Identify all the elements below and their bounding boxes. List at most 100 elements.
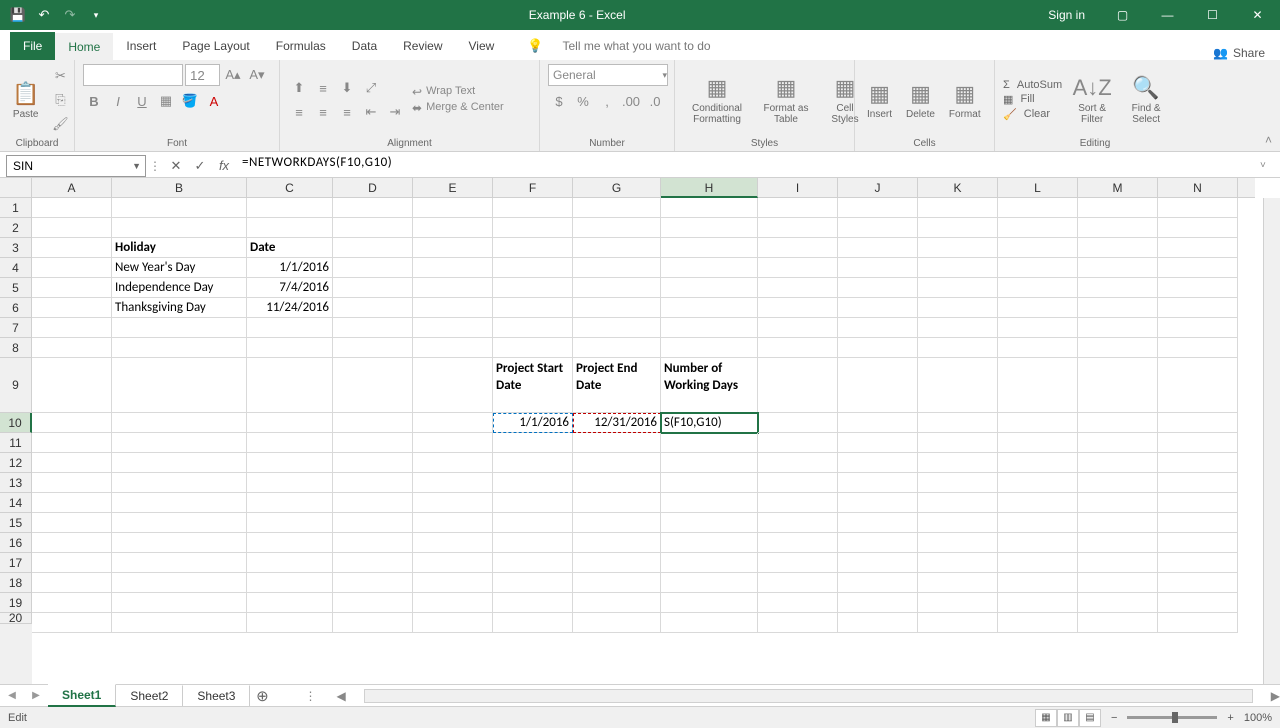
page-layout-view-icon[interactable]: ▥ [1057, 709, 1079, 727]
row-hdr-13[interactable]: 13 [0, 473, 32, 493]
sheet-nav-prev[interactable]: ◀ [0, 690, 24, 701]
col-hdr-N[interactable]: N [1158, 178, 1238, 198]
row-hdr-6[interactable]: 6 [0, 298, 32, 318]
col-hdr-A[interactable]: A [32, 178, 112, 198]
sheet-tab-1[interactable]: Sheet1 [48, 684, 116, 707]
col-hdr-E[interactable]: E [413, 178, 493, 198]
col-hdr-L[interactable]: L [998, 178, 1078, 198]
row-hdr-20[interactable]: 20 [0, 613, 32, 624]
find-select-button[interactable]: 🔍Find & Select [1122, 73, 1170, 127]
col-hdr-I[interactable]: I [758, 178, 838, 198]
italic-icon[interactable]: I [107, 90, 129, 112]
row-hdr-14[interactable]: 14 [0, 493, 32, 513]
page-break-view-icon[interactable]: ▤ [1079, 709, 1101, 727]
minimize-icon[interactable]: — [1145, 0, 1190, 30]
indent-decrease-icon[interactable]: ⇤ [360, 101, 382, 123]
col-hdr-M[interactable]: M [1078, 178, 1158, 198]
bold-icon[interactable]: B [83, 90, 105, 112]
increase-decimal-icon[interactable]: .00 [620, 90, 642, 112]
cancel-formula-icon[interactable]: ✕ [164, 158, 188, 174]
chevron-down-icon[interactable]: ▼ [132, 161, 141, 171]
align-left-icon[interactable]: ≡ [288, 101, 310, 123]
save-icon[interactable]: 💾 [8, 5, 28, 25]
align-top-icon[interactable]: ⬆ [288, 77, 310, 99]
decrease-font-icon[interactable]: A▾ [246, 64, 268, 86]
insert-cells-button[interactable]: ▦Insert [863, 79, 896, 122]
align-bottom-icon[interactable]: ⬇ [336, 77, 358, 99]
row-hdr-15[interactable]: 15 [0, 513, 32, 533]
row-hdr-1[interactable]: 1 [0, 198, 32, 218]
row-hdr-18[interactable]: 18 [0, 573, 32, 593]
collapse-ribbon-icon[interactable]: ˄ [1265, 133, 1272, 147]
number-format-select[interactable]: General▾ [548, 64, 668, 86]
sheet-tab-3[interactable]: Sheet3 [183, 685, 250, 706]
sign-in-link[interactable]: Sign in [1048, 8, 1085, 22]
tab-home[interactable]: Home [55, 33, 113, 61]
hscroll-left[interactable]: ◀ [336, 689, 345, 703]
tab-page-layout[interactable]: Page Layout [169, 32, 262, 60]
fill-button[interactable]: ▦ Fill [1003, 93, 1062, 106]
copy-icon[interactable]: ⎘ [49, 89, 71, 111]
font-size-input[interactable] [185, 64, 220, 86]
tab-review[interactable]: Review [390, 32, 455, 60]
enter-formula-icon[interactable]: ✓ [188, 158, 212, 174]
fill-color-icon[interactable]: 🪣 [179, 90, 201, 112]
paste-button[interactable]: 📋 Paste [8, 79, 43, 122]
cut-icon[interactable]: ✂ [49, 65, 71, 87]
row-hdr-11[interactable]: 11 [0, 433, 32, 453]
col-hdr-C[interactable]: C [247, 178, 333, 198]
vertical-scrollbar[interactable] [1263, 198, 1280, 684]
tab-data[interactable]: Data [339, 32, 390, 60]
col-hdr-D[interactable]: D [333, 178, 413, 198]
row-hdr-10[interactable]: 10 [0, 413, 32, 433]
tellme-input[interactable]: Tell me what you want to do [549, 32, 723, 60]
zoom-in-button[interactable]: + [1227, 712, 1233, 724]
orientation-icon[interactable]: ⤢ [360, 77, 382, 99]
row-hdr-3[interactable]: 3 [0, 238, 32, 258]
align-right-icon[interactable]: ≡ [336, 101, 358, 123]
align-center-icon[interactable]: ≡ [312, 101, 334, 123]
font-name-input[interactable] [83, 64, 183, 86]
col-hdr-K[interactable]: K [918, 178, 998, 198]
decrease-decimal-icon[interactable]: .0 [644, 90, 666, 112]
close-icon[interactable]: ✕ [1235, 0, 1280, 30]
borders-icon[interactable]: ▦ [155, 90, 177, 112]
zoom-level[interactable]: 100% [1244, 712, 1272, 724]
sheet-tab-2[interactable]: Sheet2 [116, 685, 183, 706]
row-hdr-16[interactable]: 16 [0, 533, 32, 553]
ribbon-display-options-icon[interactable]: ▢ [1100, 0, 1145, 30]
clear-button[interactable]: 🧹 Clear [1003, 108, 1062, 121]
col-hdr-F[interactable]: F [493, 178, 573, 198]
share-button[interactable]: 👥 Share [1213, 46, 1280, 60]
sort-filter-button[interactable]: A↓ZSort & Filter [1068, 73, 1116, 127]
insert-function-icon[interactable]: fx [212, 158, 236, 173]
comma-icon[interactable]: , [596, 90, 618, 112]
tab-view[interactable]: View [456, 32, 508, 60]
row-hdr-8[interactable]: 8 [0, 338, 32, 358]
row-hdr-5[interactable]: 5 [0, 278, 32, 298]
wrap-text-button[interactable]: ↩Wrap Text [412, 85, 504, 99]
undo-icon[interactable]: ↶ [34, 5, 54, 25]
increase-font-icon[interactable]: A▴ [222, 64, 244, 86]
currency-icon[interactable]: $ [548, 90, 570, 112]
maximize-icon[interactable]: ☐ [1190, 0, 1235, 30]
conditional-formatting-button[interactable]: ▦Conditional Formatting [683, 73, 751, 127]
percent-icon[interactable]: % [572, 90, 594, 112]
indent-increase-icon[interactable]: ⇥ [384, 101, 406, 123]
cell-grid[interactable]: HolidayDate New Year's Day1/1/2016 Indep… [32, 198, 1263, 684]
row-hdr-12[interactable]: 12 [0, 453, 32, 473]
delete-cells-button[interactable]: ▦Delete [902, 79, 939, 122]
row-hdr-9[interactable]: 9 [0, 358, 32, 413]
underline-icon[interactable]: U [131, 90, 153, 112]
select-all-button[interactable] [0, 178, 32, 198]
format-cells-button[interactable]: ▦Format [945, 79, 985, 122]
zoom-slider[interactable] [1127, 716, 1217, 719]
horizontal-scrollbar[interactable] [364, 689, 1253, 703]
col-hdr-B[interactable]: B [112, 178, 247, 198]
formula-input[interactable]: =NETWORKDAYS(F10,G10) [236, 155, 1260, 177]
autosum-button[interactable]: Σ AutoSum [1003, 79, 1062, 91]
name-box[interactable]: SIN▼ [6, 155, 146, 177]
col-hdr-H[interactable]: H [661, 178, 758, 198]
qat-customize-icon[interactable]: ▾ [86, 5, 106, 25]
zoom-out-button[interactable]: − [1111, 712, 1117, 724]
